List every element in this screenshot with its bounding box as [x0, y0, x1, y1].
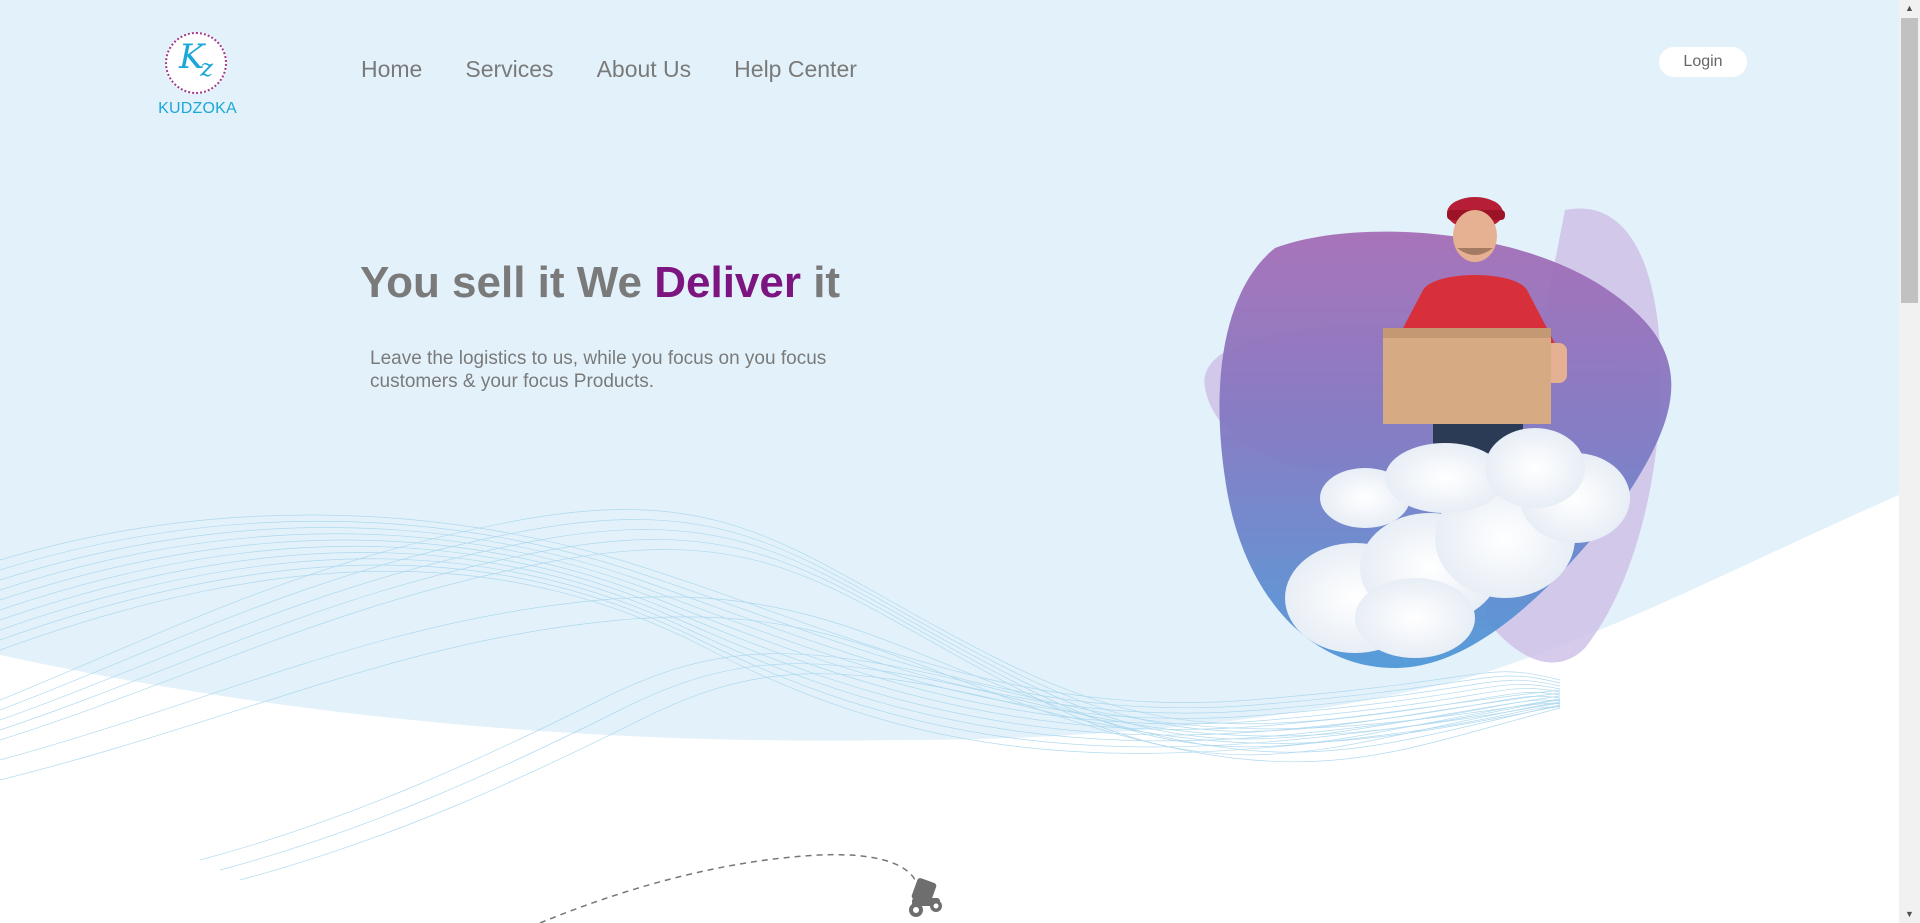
- courier-scooter-icon: [909, 878, 942, 917]
- hero-title-part1: You sell it We: [360, 258, 655, 307]
- page: Kz KUDZOKA Home Services About Us Help C…: [0, 0, 1899, 923]
- nav-services[interactable]: Services: [465, 56, 553, 83]
- brand-logo[interactable]: Kz KUDZOKA: [155, 32, 240, 122]
- scrollbar-thumb[interactable]: [1901, 18, 1918, 303]
- scroll-down-arrow-icon[interactable]: ▼: [1899, 906, 1920, 923]
- scroll-up-arrow-icon[interactable]: ▲: [1899, 0, 1920, 17]
- login-button[interactable]: Login: [1659, 47, 1747, 77]
- brand-name: KUDZOKA: [158, 100, 237, 117]
- nav-about-us[interactable]: About Us: [597, 56, 692, 83]
- page-scrollbar[interactable]: ▲ ▼: [1899, 0, 1920, 923]
- hero-illustration: [1204, 197, 1672, 668]
- hero-title-accent: Deliver: [654, 258, 801, 307]
- nav-home[interactable]: Home: [361, 56, 422, 83]
- hero-title: You sell it We Deliver it: [360, 258, 840, 308]
- main-nav: Home Services About Us Help Center: [361, 56, 857, 83]
- hero-subtitle: Leave the logistics to us, while you foc…: [370, 348, 827, 392]
- nav-help-center[interactable]: Help Center: [734, 56, 857, 83]
- hero-title-part2: it: [800, 258, 841, 307]
- logo-badge: Kz: [165, 32, 227, 94]
- logo-monogram: Kz: [178, 37, 214, 82]
